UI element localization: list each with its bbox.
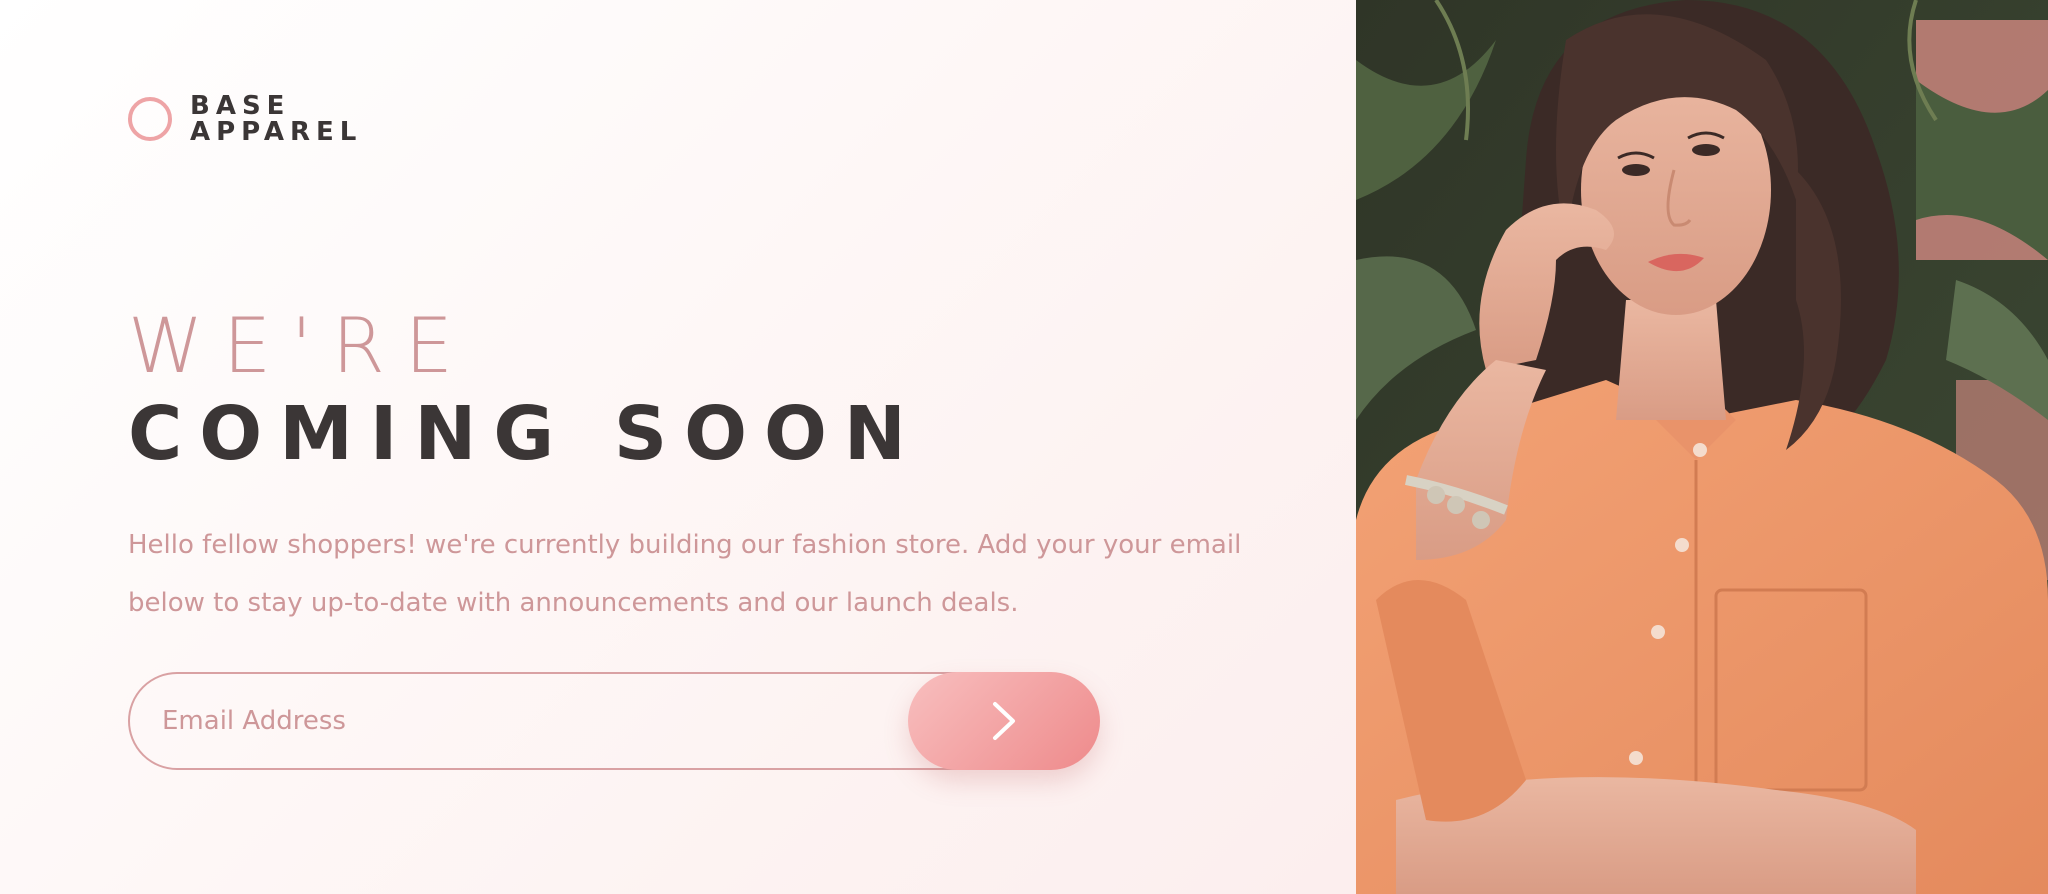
headline-light: WE'RE xyxy=(128,301,473,390)
chevron-right-icon xyxy=(993,702,1015,740)
logo-line-apparel: APPAREL xyxy=(190,117,363,147)
intro-description: Hello fellow shoppers! we're currently b… xyxy=(128,530,1242,618)
content-panel: BASE APPAREL WE'RE COMING SOON Hello fel… xyxy=(0,0,1356,894)
logo-circle-icon xyxy=(128,97,172,141)
logo-line-base: BASE xyxy=(190,91,291,121)
hero-photo xyxy=(1356,0,2048,894)
submit-button[interactable] xyxy=(908,672,1100,770)
brand-logo[interactable]: BASE APPAREL xyxy=(128,93,362,145)
email-signup-form xyxy=(128,672,1100,770)
headline-dark: COMING SOON xyxy=(128,391,923,477)
logo-wordmark: BASE APPAREL xyxy=(190,93,362,145)
page-headline: WE'RE COMING SOON xyxy=(128,304,923,480)
hero-photo-woman-icon xyxy=(1356,0,2048,894)
